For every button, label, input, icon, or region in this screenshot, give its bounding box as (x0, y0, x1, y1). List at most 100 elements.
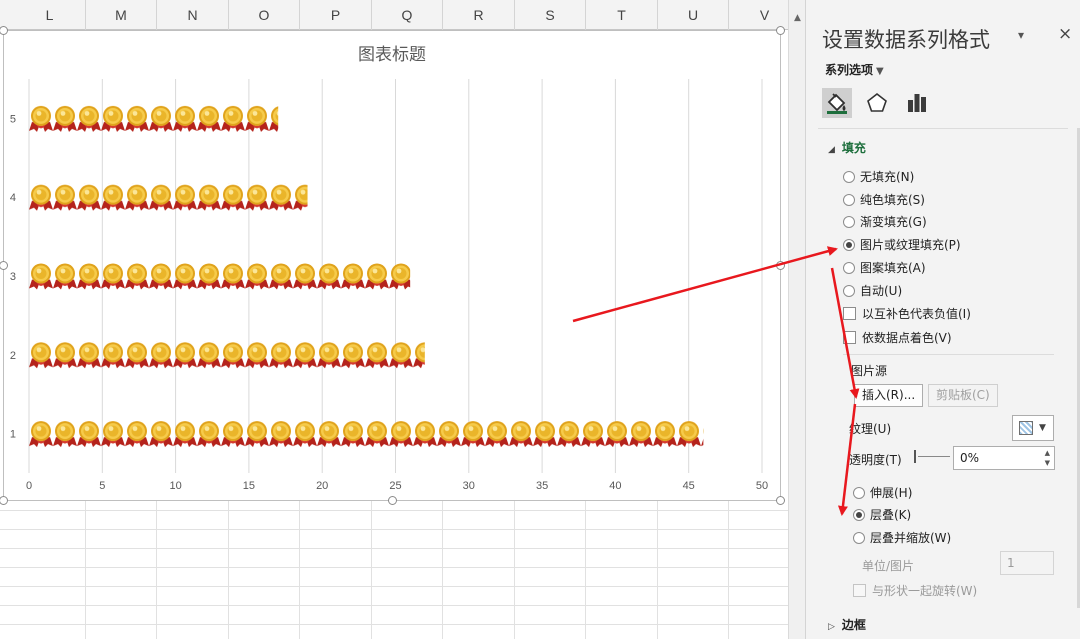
border-section-label: 边框 (841, 618, 866, 632)
bar-chart[interactable]: 图表标题 1 2 3 4 5 0 5 10 15 20 25 30 35 40 … (0, 26, 785, 505)
unit-per-picture-input[interactable]: 1 (1000, 551, 1054, 575)
stack-radio[interactable]: 层叠(K) (853, 506, 911, 523)
insert-picture-button[interactable]: 插入(R)... (854, 384, 924, 407)
y-tick-label: 2 (10, 350, 16, 362)
radio-circle[interactable] (853, 486, 865, 499)
column-header-row: LMNOPQRSTUV (0, 0, 788, 30)
radio-circle[interactable] (843, 215, 855, 228)
fill-option-radio-6[interactable]: 自动(U) (843, 282, 902, 299)
radio-label: 自动(U) (860, 284, 903, 298)
stretch-radio[interactable]: 伸展(H) (853, 484, 912, 501)
series-options-dropdown[interactable]: 系列选项 ▼ (825, 61, 884, 78)
stack-scale-radio[interactable]: 层叠并缩放(W) (853, 529, 951, 546)
effects-tab[interactable] (862, 88, 892, 118)
fill-option-radio-3[interactable]: 渐变填充(G) (843, 213, 927, 230)
fill-section-header[interactable]: ◢ 填充 (828, 139, 866, 156)
row-gridline (0, 548, 788, 549)
radio-circle[interactable] (843, 170, 855, 183)
radio-circle[interactable] (843, 193, 855, 206)
radio-label: 伸展(H) (870, 486, 913, 500)
x-tick-label: 35 (536, 480, 548, 492)
invert-negative-checkbox[interactable]: 以互补色代表负值(I) (843, 305, 971, 322)
column-header-t[interactable]: T (586, 0, 658, 30)
radio-circle[interactable] (843, 261, 855, 274)
radio-label: 图案填充(A) (860, 261, 926, 275)
scroll-up-icon[interactable]: ▲ (792, 12, 803, 24)
checkbox-box[interactable] (843, 331, 856, 344)
fill-option-radio-5[interactable]: 图案填充(A) (843, 259, 926, 276)
rotate-with-shape-checkbox[interactable]: 与形状一起旋转(W) (853, 582, 977, 599)
radio-circle[interactable] (853, 508, 865, 521)
column-header-u[interactable]: U (658, 0, 729, 30)
series-options-label: 系列选项 (825, 63, 874, 77)
x-tick-label: 10 (169, 480, 181, 492)
clipboard-button[interactable]: 剪贴板(C) (928, 384, 998, 407)
radio-circle[interactable] (853, 531, 865, 544)
column-header-l[interactable]: L (14, 0, 86, 30)
y-tick-label: 5 (10, 113, 16, 125)
vary-colors-checkbox[interactable]: 依数据点着色(V) (843, 329, 952, 346)
radio-label: 图片或纹理填充(P) (860, 238, 961, 252)
y-tick-label: 1 (10, 429, 16, 441)
chart-resize-handle-bottom-left[interactable] (0, 496, 8, 505)
chevron-down-icon[interactable]: ▾ (1018, 28, 1024, 42)
column-header-p[interactable]: P (300, 0, 372, 30)
series-options-tab[interactable] (902, 88, 932, 118)
vertical-scrollbar[interactable]: ▲ (788, 0, 805, 639)
transparency-value: 0% (960, 451, 980, 465)
radio-circle[interactable] (843, 238, 855, 251)
texture-picker[interactable]: ▼ (1012, 415, 1054, 441)
fill-line-tab[interactable] (822, 88, 852, 118)
spreadsheet-grid[interactable]: LMNOPQRSTUV 图表标题 1 2 3 4 5 0 5 10 15 20 … (0, 0, 788, 639)
column-header-q[interactable]: Q (372, 0, 443, 30)
bar-2[interactable] (29, 341, 425, 369)
row-gridline (0, 529, 788, 530)
chart-resize-handle-bottom[interactable] (388, 496, 397, 505)
checkbox-label: 以互补色代表负值(I) (862, 307, 971, 321)
bar-1[interactable] (29, 420, 704, 448)
row-gridline (0, 605, 788, 606)
paint-bucket-icon (827, 93, 847, 114)
radio-label: 纯色填充(S) (860, 193, 925, 207)
fill-section-label: 填充 (841, 141, 866, 155)
transparency-input[interactable]: 0% ▲ ▼ (953, 446, 1055, 470)
checkbox-box[interactable] (843, 307, 856, 320)
picture-source-label: 图片源 (851, 364, 888, 378)
dropdown-arrow-icon: ▼ (1039, 423, 1046, 433)
bar-5[interactable] (29, 104, 279, 132)
chart-resize-handle-right[interactable] (776, 261, 785, 270)
section-separator (843, 354, 1054, 355)
close-icon[interactable]: × (1058, 24, 1072, 44)
fill-option-radio-4[interactable]: 图片或纹理填充(P) (843, 236, 961, 253)
transparency-slider[interactable] (918, 456, 950, 457)
x-tick-label: 25 (389, 480, 401, 492)
radio-label: 层叠(K) (870, 508, 912, 522)
x-tick-label: 30 (463, 480, 475, 492)
radio-label: 无填充(N) (860, 170, 915, 184)
fill-option-radio-2[interactable]: 纯色填充(S) (843, 191, 925, 208)
y-tick-label: 3 (10, 271, 16, 283)
transparency-slider-thumb[interactable] (914, 450, 916, 463)
checkbox-label: 依数据点着色(V) (862, 331, 952, 345)
row-gridline (0, 567, 788, 568)
column-header-s[interactable]: S (515, 0, 586, 30)
spinner-icon[interactable]: ▲ ▼ (1045, 448, 1050, 468)
transparency-label: 透明度(T) (849, 453, 902, 467)
pane-title: 设置数据系列格式 (822, 28, 990, 52)
x-tick-label: 45 (683, 480, 695, 492)
border-section-header[interactable]: ▷ 边框 (828, 616, 866, 633)
bar-3[interactable] (29, 262, 411, 290)
column-header-m[interactable]: M (86, 0, 157, 30)
column-header-r[interactable]: R (443, 0, 515, 30)
column-header-o[interactable]: O (229, 0, 300, 30)
checkbox-box[interactable] (853, 584, 866, 597)
chart-plot-area: 12345 0 5 10 15 20 25 30 35 40 45 50 (10, 79, 768, 492)
texture-label: 纹理(U) (849, 422, 892, 436)
radio-label: 层叠并缩放(W) (870, 531, 952, 545)
chart-resize-handle-bottom-right[interactable] (776, 496, 785, 505)
column-header-n[interactable]: N (157, 0, 229, 30)
bar-4[interactable] (29, 183, 308, 211)
chart-resize-handle-top-right[interactable] (776, 26, 785, 35)
radio-circle[interactable] (843, 284, 855, 297)
fill-option-radio-1[interactable]: 无填充(N) (843, 168, 914, 185)
